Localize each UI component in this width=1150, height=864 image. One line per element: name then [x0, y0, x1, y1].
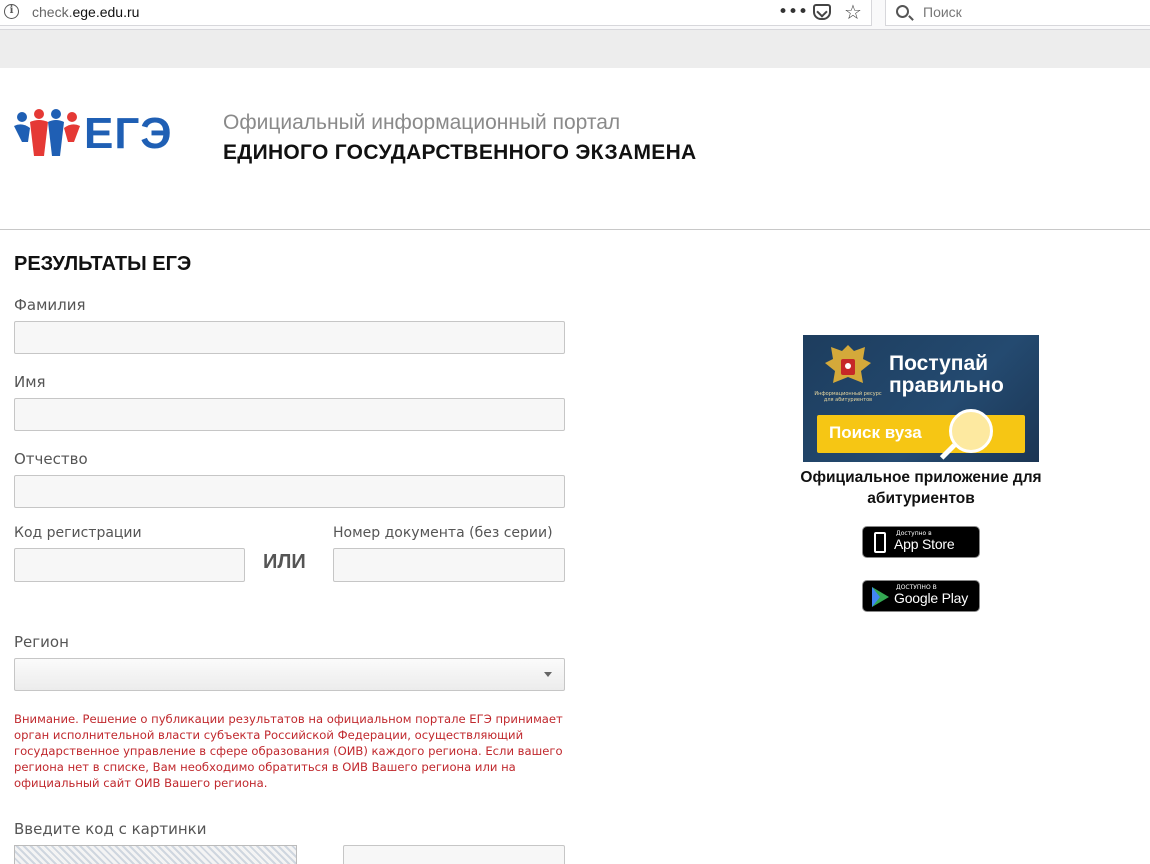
- doc-number-input[interactable]: [333, 548, 565, 582]
- poступай-pravilno-banner[interactable]: Информационный ресурс для абитуриентов П…: [803, 335, 1039, 462]
- google-play-badge[interactable]: ДОСТУПНО В Google Play: [862, 580, 980, 612]
- browser-toolbar: i check.ege.edu.ru ••• ☆ Поиск: [0, 0, 1150, 30]
- info-icon[interactable]: i: [4, 4, 19, 19]
- region-warning-text: Внимание. Решение о публикации результат…: [14, 712, 563, 791]
- banner-title: Поступай правильно: [889, 352, 1004, 397]
- bookmarks-strip: [0, 30, 1150, 68]
- page-actions-icon[interactable]: •••: [778, 2, 808, 22]
- search-university-button[interactable]: Поиск вуза: [817, 415, 1025, 453]
- ege-logo-figures-icon: [14, 109, 80, 156]
- app-caption: Официальное приложение для абитуриентов: [800, 469, 1042, 507]
- ege-logo[interactable]: ЕГЭ: [12, 108, 177, 160]
- header-divider: [0, 229, 1150, 230]
- name-input[interactable]: [14, 398, 565, 431]
- emblem-caption: Информационный ресурс для абитуриентов: [814, 391, 882, 403]
- reg-code-input[interactable]: [14, 548, 245, 582]
- url-domain: ege.edu.ru: [72, 4, 140, 20]
- or-separator: ИЛИ: [263, 551, 306, 573]
- url-prefix: check.: [32, 4, 73, 20]
- patronymic-input[interactable]: [14, 475, 565, 508]
- search-placeholder: Поиск: [923, 4, 962, 20]
- dropdown-arrow-icon: [544, 672, 552, 677]
- captcha-label: Введите код с картинки: [14, 820, 207, 838]
- coat-of-arms-icon: [825, 345, 871, 383]
- name-label: Имя: [14, 373, 46, 391]
- app-store-badge[interactable]: Доступно в App Store: [862, 526, 980, 558]
- header-subtitle: Официальный информационный портал: [223, 111, 621, 134]
- region-select[interactable]: [14, 658, 565, 691]
- bookmark-star-icon[interactable]: ☆: [844, 0, 862, 24]
- search-icon: [896, 5, 909, 18]
- apple-phone-icon: [874, 532, 886, 553]
- header-title: ЕДИНОГО ГОСУДАРСТВЕННОГО ЭКЗАМЕНА: [223, 141, 697, 164]
- doc-number-label: Номер документа (без серии): [333, 525, 553, 541]
- google-play-icon: [872, 587, 889, 607]
- page-title: РЕЗУЛЬТАТЫ ЕГЭ: [14, 253, 192, 275]
- pocket-icon[interactable]: [813, 4, 831, 20]
- google-play-text: Google Play: [894, 590, 969, 606]
- region-label: Регион: [14, 633, 69, 651]
- address-bar[interactable]: i check.ege.edu.ru ••• ☆: [0, 0, 872, 26]
- surname-input[interactable]: [14, 321, 565, 354]
- url-text[interactable]: check.ege.edu.ru: [32, 4, 139, 20]
- logo-text: ЕГЭ: [84, 109, 173, 158]
- app-store-text: App Store: [894, 536, 955, 552]
- reg-code-label: Код регистрации: [14, 525, 142, 541]
- search-university-label: Поиск вуза: [829, 423, 922, 442]
- surname-label: Фамилия: [14, 296, 86, 314]
- captcha-input[interactable]: [343, 845, 565, 864]
- browser-search-box[interactable]: Поиск: [885, 0, 1150, 26]
- captcha-image: [14, 845, 297, 864]
- patronymic-label: Отчество: [14, 450, 88, 468]
